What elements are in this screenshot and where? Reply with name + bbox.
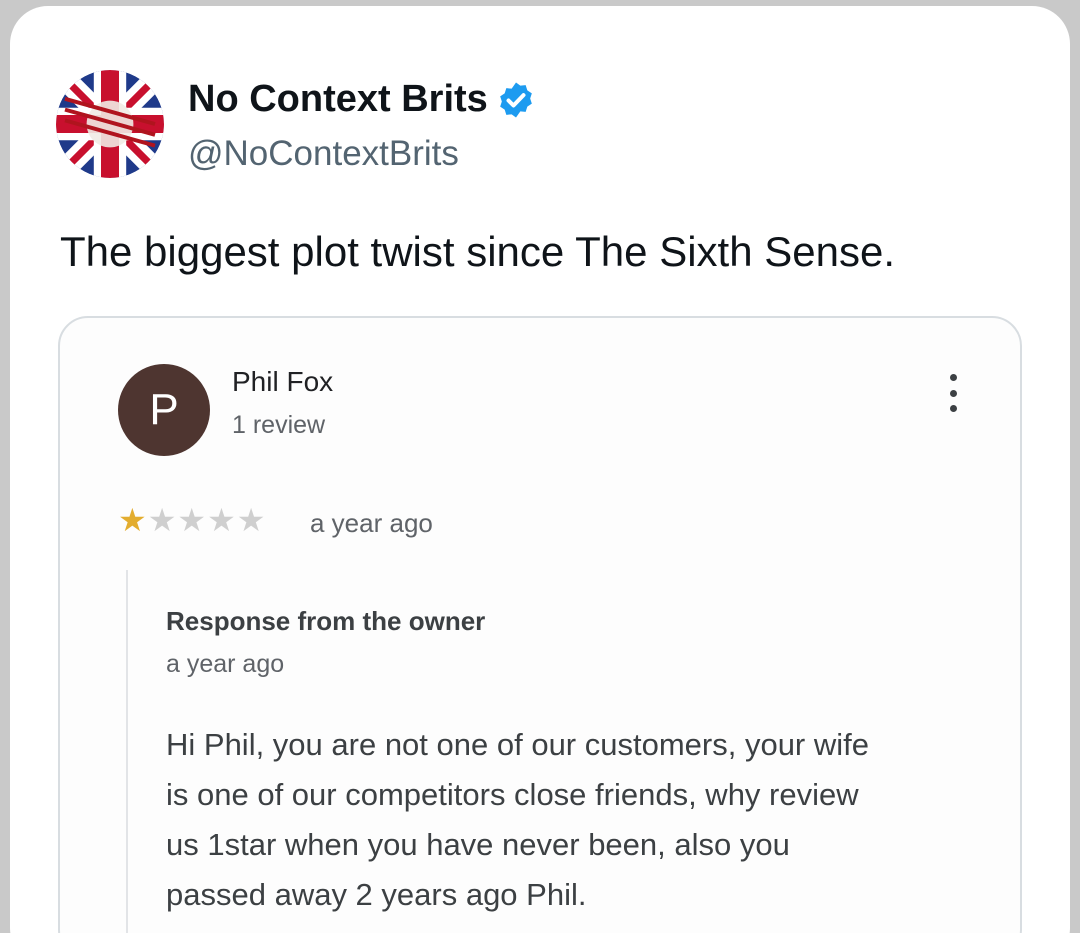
owner-response-line: passed away 2 years ago Phil. bbox=[166, 877, 587, 912]
verified-badge-icon bbox=[499, 82, 532, 117]
star-icon: ★ bbox=[236, 502, 266, 538]
star-icon: ★ bbox=[118, 502, 147, 538]
embedded-review-card: P Phil Fox 1 review ★ ★ ★ ★ ★ a year ago… bbox=[58, 316, 1022, 933]
owner-response-title: Response from the owner bbox=[166, 606, 486, 636]
reviewer-name[interactable]: Phil Fox bbox=[232, 366, 333, 398]
author-handle[interactable]: @NoContextBrits bbox=[188, 134, 459, 174]
owner-response: Response from the owner a year ago Hi Ph… bbox=[126, 570, 1008, 933]
owner-response-line: us 1star when you have never been, also … bbox=[166, 827, 790, 862]
owner-response-line: Hi Phil, you are not one of our customer… bbox=[166, 727, 869, 762]
author-display-name[interactable]: No Context Brits bbox=[188, 78, 536, 121]
union-jack-logo-icon bbox=[56, 70, 164, 178]
tweet-text: The biggest plot twist since The Sixth S… bbox=[60, 228, 895, 275]
reviewer-initial: P bbox=[149, 385, 179, 434]
more-vertical-icon[interactable] bbox=[938, 368, 968, 418]
review-date: a year ago bbox=[310, 508, 433, 538]
owner-response-text: Hi Phil, you are not one of our customer… bbox=[166, 720, 986, 920]
author-name-text: No Context Brits bbox=[188, 78, 488, 120]
star-icon: ★ bbox=[147, 502, 177, 538]
star-icon: ★ bbox=[177, 502, 207, 538]
star-rating: ★ ★ ★ ★ ★ bbox=[118, 504, 266, 536]
reviewer-review-count: 1 review bbox=[232, 411, 326, 439]
owner-response-line: is one of our competitors close friends,… bbox=[166, 777, 859, 812]
author-avatar[interactable] bbox=[56, 70, 164, 178]
reviewer-avatar[interactable]: P bbox=[118, 364, 210, 456]
star-icon: ★ bbox=[207, 502, 236, 538]
owner-response-date: a year ago bbox=[166, 650, 285, 678]
tweet-card: No Context Brits @NoContextBrits The big… bbox=[10, 6, 1070, 933]
